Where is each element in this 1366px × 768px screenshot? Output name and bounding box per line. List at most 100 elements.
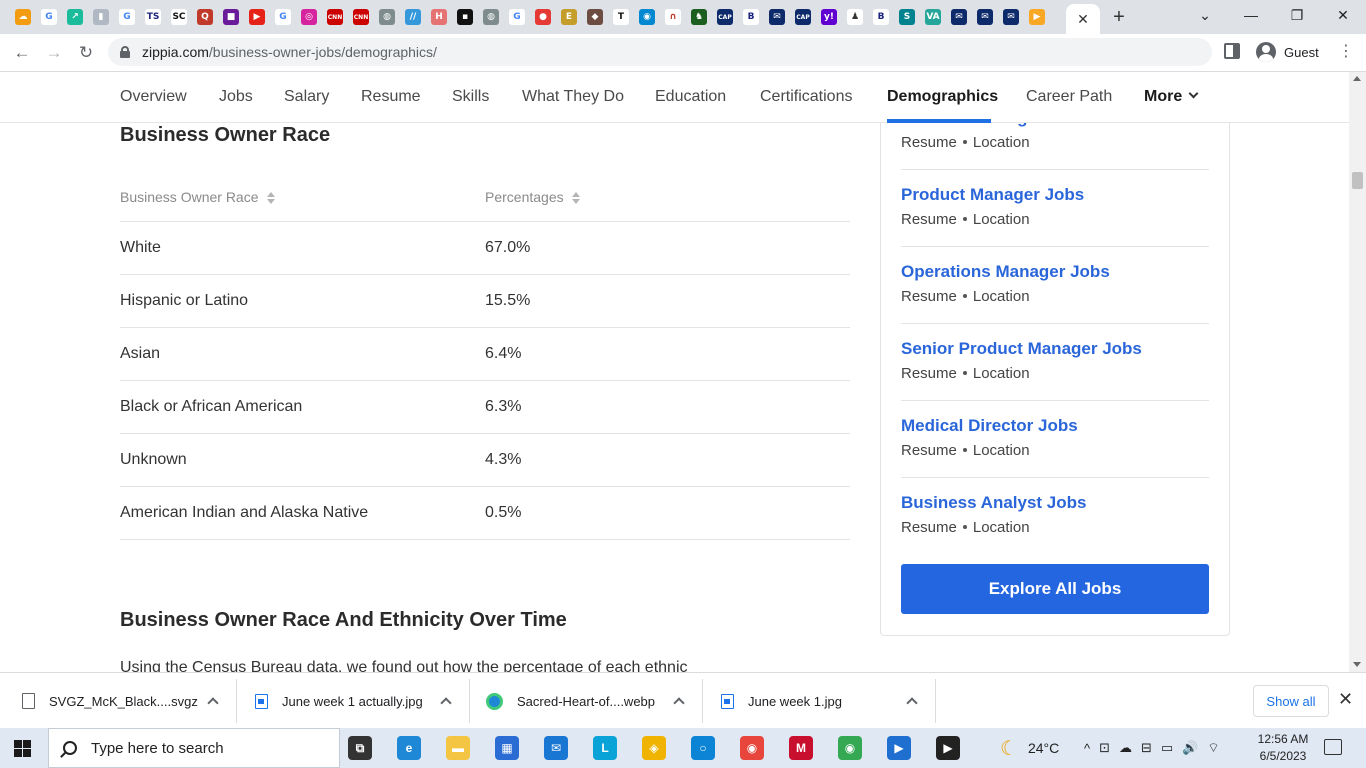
mail-app-icon[interactable]: ✉	[946, 0, 972, 34]
task-view-icon[interactable]: ⧉	[348, 736, 372, 760]
back-button[interactable]: ←	[8, 39, 36, 67]
address-bar[interactable]: zippia.com/business-owner-jobs/demograph…	[108, 38, 1212, 66]
sort-icon[interactable]	[266, 191, 275, 204]
ts-icon[interactable]: TS	[140, 0, 166, 34]
job-link[interactable]: Operations Manager Jobs	[901, 262, 1209, 282]
nav-demographics[interactable]: Demographics	[887, 88, 998, 106]
close-downloads-icon[interactable]: ✕	[1338, 689, 1353, 710]
tray-icon[interactable]: ⊡	[1099, 740, 1110, 756]
red-circle-icon[interactable]: ●	[530, 0, 556, 34]
chevron-up-icon[interactable]	[207, 697, 219, 709]
nav-skills[interactable]: Skills	[452, 88, 489, 106]
nav-resume[interactable]: Resume	[361, 88, 421, 106]
l-app-icon[interactable]: L	[593, 736, 617, 760]
mcafee-icon[interactable]: M	[789, 736, 813, 760]
google-icon[interactable]: G	[270, 0, 296, 34]
download-item[interactable]: Sacred-Heart-of....webp	[486, 673, 696, 729]
yellow-app-icon[interactable]: ▶	[1024, 0, 1050, 34]
h-app-icon[interactable]: H	[426, 0, 452, 34]
show-all-button[interactable]: Show all	[1253, 685, 1329, 717]
tray-icon[interactable]: ▭	[1161, 740, 1173, 756]
job-link[interactable]: Medical Director Jobs	[901, 416, 1209, 436]
resume-link[interactable]: Resume	[901, 519, 957, 536]
taskbar-search[interactable]: Type here to search	[48, 728, 340, 768]
blue-circle-app-icon[interactable]: ◉	[634, 0, 660, 34]
arrow-app-icon[interactable]: ↗	[62, 0, 88, 34]
resume-link[interactable]: Resume	[901, 288, 957, 305]
location-link[interactable]: Location	[973, 134, 1030, 151]
mail-icon[interactable]: ✉	[544, 736, 568, 760]
cnn-icon[interactable]: CNN	[348, 0, 374, 34]
nav-career-path[interactable]: Career Path	[1026, 88, 1112, 106]
google-icon[interactable]: G	[114, 0, 140, 34]
profile-button[interactable]: Guest	[1250, 38, 1328, 66]
nav-overview[interactable]: Overview	[120, 88, 187, 106]
globe-icon[interactable]: ◍	[374, 0, 400, 34]
download-item[interactable]: June week 1 actually.jpg	[255, 673, 465, 729]
nav-more[interactable]: More	[1144, 88, 1199, 106]
location-link[interactable]: Location	[973, 365, 1030, 382]
google-icon[interactable]: G	[36, 0, 62, 34]
blue-app-icon[interactable]: ○	[691, 736, 715, 760]
sort-icon[interactable]	[571, 191, 580, 204]
store-icon[interactable]: ▦	[495, 736, 519, 760]
chrome-icon[interactable]: ◉	[838, 736, 862, 760]
chrome-icon[interactable]: ◉	[740, 736, 764, 760]
explore-all-jobs-button[interactable]: Explore All Jobs	[901, 564, 1209, 614]
cap-icon[interactable]: CAP	[712, 0, 738, 34]
file-explorer-icon[interactable]: ▬	[446, 736, 470, 760]
chevron-up-icon[interactable]	[440, 697, 452, 709]
media-player-icon[interactable]: ▶	[936, 736, 960, 760]
tray-icon[interactable]: ☁	[1119, 740, 1132, 756]
spartan-icon[interactable]: ♞	[686, 0, 712, 34]
globe-icon[interactable]: ◍	[478, 0, 504, 34]
nav-certifications[interactable]: Certifications	[760, 88, 852, 106]
yahoo-icon[interactable]: y!	[816, 0, 842, 34]
url-text[interactable]: zippia.com/business-owner-jobs/demograph…	[142, 44, 437, 60]
scroll-thumb[interactable]	[1352, 172, 1363, 189]
column-header-percentages[interactable]: Percentages	[485, 173, 850, 222]
clock[interactable]: 12:56 AM 6/5/2023	[1257, 731, 1309, 765]
video-app-icon[interactable]: ▶	[887, 736, 911, 760]
notifications-icon[interactable]	[1324, 739, 1342, 755]
va-app-icon[interactable]: VA	[920, 0, 946, 34]
side-panel-icon[interactable]	[1224, 43, 1240, 59]
purple-app-icon[interactable]: ■	[218, 0, 244, 34]
location-link[interactable]: Location	[973, 288, 1030, 305]
weather-widget[interactable]: ☾ 24°C	[1000, 728, 1059, 768]
job-link[interactable]: Senior Product Manager Jobs	[901, 339, 1209, 359]
slash-app-icon[interactable]: //	[400, 0, 426, 34]
tray-icon[interactable]: 🔊	[1182, 740, 1198, 756]
minimize-icon[interactable]: —	[1228, 0, 1274, 30]
arch-app-icon[interactable]: ∩	[660, 0, 686, 34]
tray-icon[interactable]: ⊟	[1141, 740, 1152, 756]
mail-app-icon[interactable]: ✉	[972, 0, 998, 34]
scroll-up-icon[interactable]	[1353, 76, 1361, 81]
nyt-icon[interactable]: T	[608, 0, 634, 34]
page-scrollbar[interactable]	[1349, 72, 1366, 672]
resume-link[interactable]: Resume	[901, 442, 957, 459]
browser-menu-icon[interactable]: ⋮	[1336, 42, 1356, 62]
tray-icon[interactable]: ⌔	[1207, 740, 1219, 756]
job-link[interactable]: Business Analyst Jobs	[901, 493, 1209, 513]
figure-app-icon[interactable]: ♟	[842, 0, 868, 34]
resume-link[interactable]: Resume	[901, 211, 957, 228]
chevron-up-icon[interactable]	[673, 697, 685, 709]
tray-icon[interactable]: ^	[1084, 741, 1090, 756]
column-header-race[interactable]: Business Owner Race	[120, 173, 485, 222]
instagram-icon[interactable]: ◎	[296, 0, 322, 34]
chevron-up-icon[interactable]	[906, 697, 918, 709]
nav-what-they-do[interactable]: What They Do	[522, 88, 624, 106]
cloud-app-icon[interactable]: ☁	[10, 0, 36, 34]
resume-link[interactable]: Resume	[901, 134, 957, 151]
swirl-app-icon[interactable]: S	[894, 0, 920, 34]
bookmark-page-icon[interactable]: ▮	[88, 0, 114, 34]
new-tab-button[interactable]: +	[1108, 6, 1130, 28]
photo-app-icon[interactable]: ◆	[582, 0, 608, 34]
black-square-icon[interactable]: ▪	[452, 0, 478, 34]
sc-icon[interactable]: SC	[166, 0, 192, 34]
download-item[interactable]: SVGZ_McK_Black....svgz	[22, 673, 232, 729]
window-close-icon[interactable]: ✕	[1320, 0, 1366, 30]
cap-icon[interactable]: CAP	[790, 0, 816, 34]
quora-icon[interactable]: Q	[192, 0, 218, 34]
